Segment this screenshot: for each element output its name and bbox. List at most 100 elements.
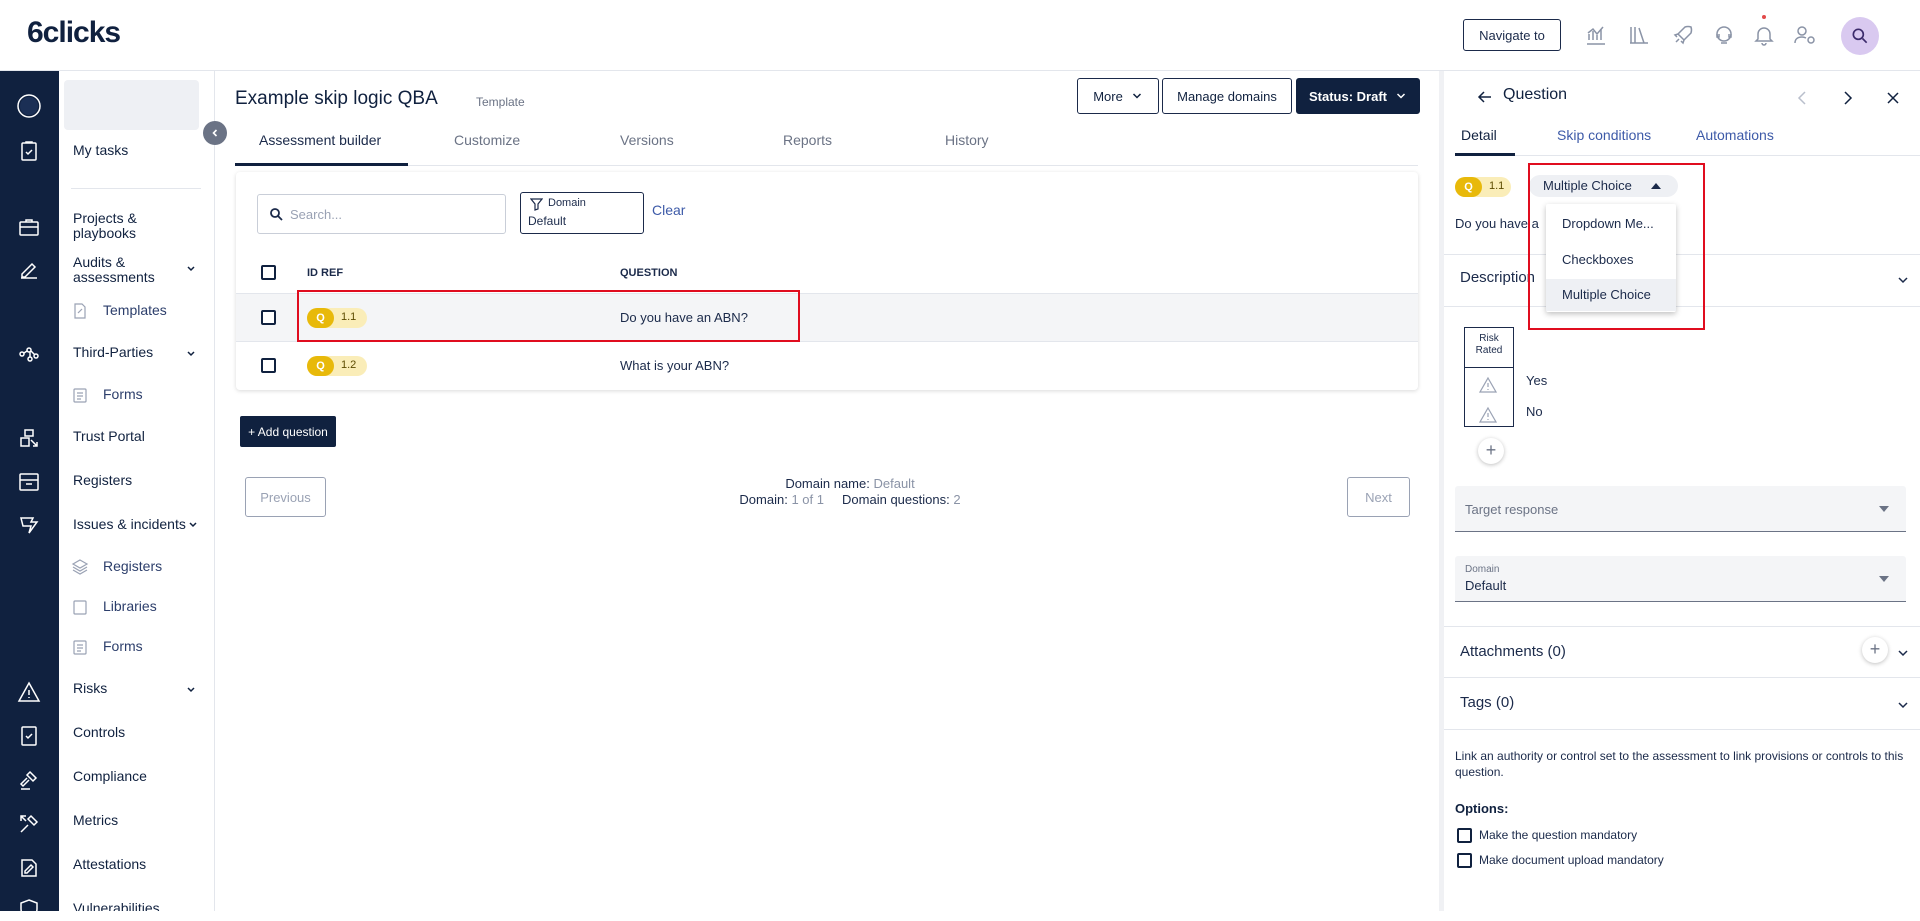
panel-active-tab-indicator	[1455, 153, 1515, 156]
clear-filter-link[interactable]: Clear	[652, 202, 685, 218]
menu-item-checkboxes[interactable]: Checkboxes	[1546, 244, 1676, 276]
controls-icon[interactable]	[17, 724, 41, 748]
menu-item-dropdown[interactable]: Dropdown Me...	[1546, 208, 1676, 240]
sidebar-item-issues-forms[interactable]: Forms	[103, 638, 143, 654]
question-type-letter: Q	[307, 356, 334, 376]
notifications-bell-icon[interactable]	[1752, 23, 1776, 47]
chevron-down-icon[interactable]	[187, 519, 199, 531]
issues-icon[interactable]	[17, 513, 41, 537]
select-all-checkbox[interactable]	[261, 265, 276, 280]
chevron-down-icon[interactable]	[185, 348, 197, 360]
attachments-section[interactable]: Attachments (0) +	[1444, 626, 1920, 676]
sidebar-item-compliance[interactable]: Compliance	[73, 769, 147, 784]
chevron-down-icon[interactable]	[1896, 273, 1910, 287]
manage-domains-button[interactable]: Manage domains	[1162, 78, 1292, 114]
search-box[interactable]	[257, 194, 506, 234]
tab-customize[interactable]: Customize	[454, 132, 520, 148]
domain-filter[interactable]: Domain Default	[520, 192, 644, 234]
sidebar-item-issues[interactable]: Issues & incidents	[73, 517, 186, 532]
panel-tab-detail[interactable]: Detail	[1461, 127, 1497, 143]
analytics-icon[interactable]	[1584, 23, 1608, 47]
sidebar-item-tp-forms[interactable]: Forms	[103, 386, 143, 402]
library-icon[interactable]	[1627, 23, 1651, 47]
network-icon[interactable]	[17, 342, 41, 366]
question-type-select[interactable]: Multiple Choice	[1529, 175, 1678, 197]
sidebar-item-vulnerabilities[interactable]: Vulnerabilities	[73, 901, 160, 911]
sidebar-item-metrics[interactable]: Metrics	[73, 813, 118, 828]
search-input[interactable]	[290, 203, 495, 225]
sidebar-item-issues-registers[interactable]: Registers	[103, 558, 162, 574]
tab-reports[interactable]: Reports	[783, 132, 832, 148]
briefcase-icon[interactable]	[17, 215, 41, 239]
metrics-tools-icon[interactable]	[17, 812, 41, 836]
table-row[interactable]: Q 1.1 Do you have an ABN?	[236, 293, 1418, 341]
add-attachment-button[interactable]: +	[1862, 637, 1888, 663]
sidebar-divider	[71, 188, 201, 189]
sidebar-item-attestations[interactable]: Attestations	[73, 857, 146, 872]
brand-logo[interactable]: 6clicks	[27, 16, 121, 50]
collapse-sidebar-button[interactable]	[203, 121, 227, 145]
domain-value: 1 of 1	[791, 492, 824, 507]
option-yes[interactable]: Yes	[1526, 373, 1547, 388]
risks-warning-icon[interactable]	[17, 680, 41, 704]
trust-portal-icon[interactable]	[17, 426, 41, 450]
sidebar-item-registers[interactable]: Registers	[73, 473, 132, 488]
tags-section[interactable]: Tags (0)	[1444, 677, 1920, 729]
option-no[interactable]: No	[1526, 404, 1543, 419]
rocket-icon[interactable]	[1671, 23, 1695, 47]
vulnerabilities-shield-icon[interactable]	[17, 897, 41, 921]
previous-button[interactable]: Previous	[245, 477, 326, 517]
support-icon[interactable]	[1712, 23, 1736, 47]
sidebar-item-risks[interactable]: Risks	[73, 681, 107, 696]
sidebar-item-issues-libraries[interactable]: Libraries	[103, 598, 157, 614]
user-settings-icon[interactable]	[1793, 23, 1817, 47]
sidebar-item-my-tasks[interactable]: My tasks	[73, 143, 128, 158]
tab-assessment-builder[interactable]: Assessment builder	[259, 132, 381, 148]
edit-icon[interactable]	[17, 258, 41, 282]
add-option-button[interactable]: +	[1478, 438, 1504, 464]
chevron-down-icon[interactable]	[185, 684, 197, 696]
org-circle-icon[interactable]	[17, 94, 41, 118]
mandatory-checkbox[interactable]	[1457, 828, 1472, 843]
compliance-gavel-icon[interactable]	[17, 768, 41, 792]
chevron-left-icon[interactable]	[1793, 88, 1813, 108]
panel-tab-automations[interactable]: Automations	[1696, 127, 1774, 143]
sidebar-item-templates[interactable]: Templates	[103, 302, 167, 318]
back-arrow-icon[interactable]	[1475, 87, 1495, 107]
chevron-down-icon[interactable]	[1896, 646, 1910, 660]
more-button[interactable]: More	[1077, 78, 1159, 114]
domain-field-label: Domain	[1465, 564, 1500, 575]
navigate-to-button[interactable]: Navigate to	[1463, 19, 1561, 51]
warning-icon[interactable]	[1479, 376, 1497, 394]
sidebar-item-trust-portal[interactable]: Trust Portal	[73, 429, 145, 444]
sidebar-item-audits[interactable]: Audits & assessments	[73, 255, 173, 285]
menu-item-multiple-choice[interactable]: Multiple Choice	[1546, 279, 1676, 311]
status-button[interactable]: Status: Draft	[1296, 78, 1420, 114]
add-question-button[interactable]: + Add question	[240, 416, 336, 447]
domain-select[interactable]: Domain Default	[1455, 556, 1906, 602]
tab-versions[interactable]: Versions	[620, 132, 674, 148]
sidebar-item-projects[interactable]: Projects & playbooks	[73, 211, 173, 241]
upload-mandatory-checkbox[interactable]	[1457, 853, 1472, 868]
warning-icon[interactable]	[1479, 406, 1497, 424]
tasks-icon[interactable]	[17, 139, 41, 163]
attestations-icon[interactable]	[17, 856, 41, 880]
panel-tab-skip-conditions[interactable]: Skip conditions	[1557, 127, 1651, 143]
tab-history[interactable]: History	[945, 132, 989, 148]
row-checkbox[interactable]	[261, 310, 276, 325]
sidebar-item-controls[interactable]: Controls	[73, 725, 125, 740]
row-checkbox[interactable]	[261, 358, 276, 373]
next-button[interactable]: Next	[1347, 477, 1410, 517]
registers-icon[interactable]	[17, 470, 41, 494]
close-icon[interactable]	[1883, 88, 1903, 108]
domain-questions-value: 2	[953, 492, 961, 507]
table-row[interactable]: Q 1.2 What is your ABN?	[236, 341, 1418, 389]
chevron-down-icon[interactable]	[185, 263, 197, 275]
target-response-select[interactable]: Target response	[1455, 486, 1906, 532]
chevron-down-icon[interactable]	[1896, 698, 1910, 712]
chevron-right-icon[interactable]	[1837, 88, 1857, 108]
description-section[interactable]: Description	[1444, 254, 1920, 306]
sidebar-item-third-parties[interactable]: Third-Parties	[73, 345, 153, 360]
avatar[interactable]	[1841, 17, 1879, 55]
attachments-label: Attachments (0)	[1460, 643, 1566, 660]
